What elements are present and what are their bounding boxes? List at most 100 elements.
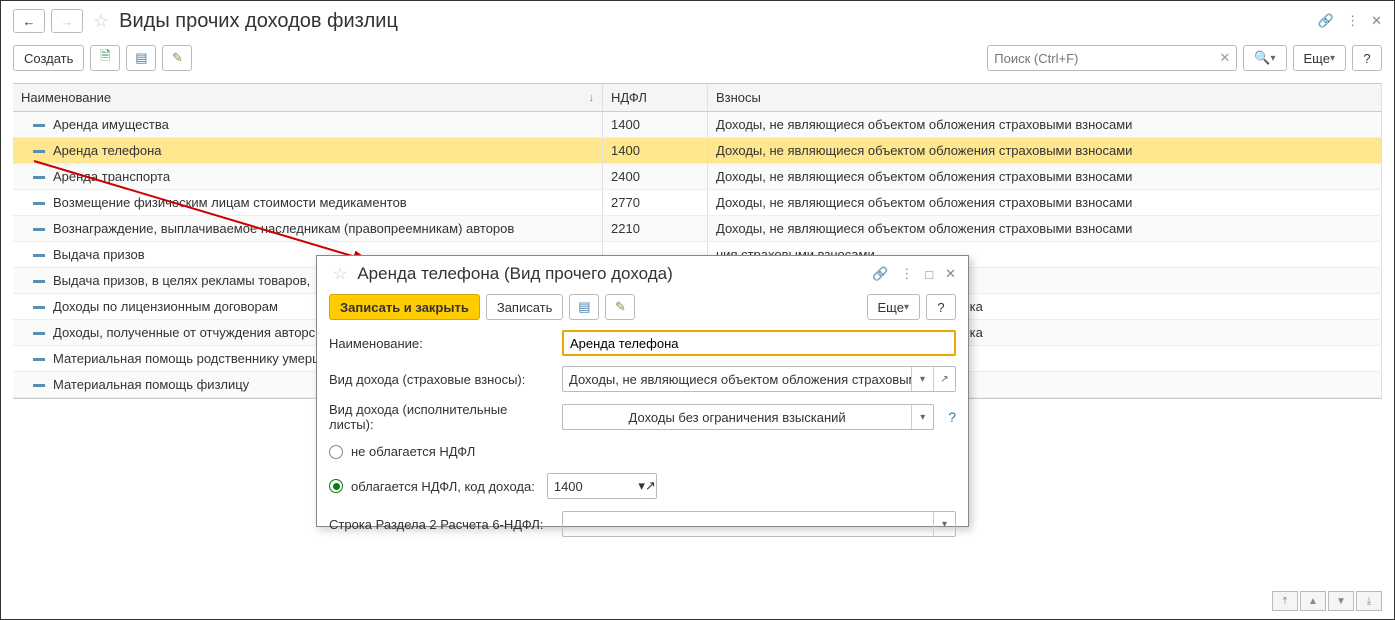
table-row[interactable]: Аренда телефона 1400 Доходы, не являющиеся…: [13, 138, 1382, 164]
save-button[interactable]: Записать: [486, 294, 564, 320]
row-name: Аренда телефона: [53, 143, 162, 158]
link-icon[interactable]: 🔗: [1318, 13, 1334, 29]
row-name: Возмещение физическим лицам стоимости ме…: [53, 195, 407, 210]
row-name: Вознаграждение, выплачиваемое наследника…: [53, 221, 514, 236]
chevron-down-icon[interactable]: ▾: [911, 367, 933, 391]
double-up-icon: ⤒: [1283, 596, 1287, 607]
kebab-icon[interactable]: ⋮: [900, 266, 913, 282]
row-icon: [33, 358, 45, 361]
forward-button[interactable]: →: [51, 9, 83, 33]
maximize-icon[interactable]: □: [925, 267, 933, 282]
doc-plus-icon: 🗎: [100, 47, 110, 69]
pencil-icon: ✎: [615, 299, 626, 315]
report-button[interactable]: ▤: [126, 45, 156, 71]
search-clear-icon[interactable]: ✕: [1219, 50, 1230, 66]
label-section2: Строка Раздела 2 Расчета 6-НДФЛ:: [329, 517, 554, 532]
create-button[interactable]: Создать: [13, 45, 84, 71]
chevron-down-icon[interactable]: ▾: [911, 405, 933, 429]
chevron-down-icon: ▾: [904, 302, 909, 313]
row-fees: Доходы, не являющиеся объектом обложения…: [716, 143, 1132, 158]
section2-select[interactable]: ▾: [562, 511, 956, 537]
chevron-down-icon: ▾: [1270, 53, 1275, 64]
row-name: Материальная помощь родственнику умерш: [53, 351, 323, 366]
row-fees: Доходы, не являющиеся объектом обложения…: [716, 117, 1132, 132]
table-nav: ⤒ ▲ ▼ ⤓: [1272, 591, 1382, 611]
page-title: Виды прочих доходов физлиц: [119, 10, 1312, 33]
row-ndfl: 1400: [611, 143, 640, 158]
row-name: Доходы по лицензионным договорам: [53, 299, 278, 314]
radio-taxed[interactable]: облагается НДФЛ, код дохода:: [351, 479, 535, 494]
nav-up-button[interactable]: ▲: [1300, 591, 1326, 611]
label-income-exec: Вид дохода (исполнительные листы):: [329, 402, 554, 432]
search-input[interactable]: [994, 51, 1219, 66]
sort-indicator-icon: ↓: [589, 92, 595, 104]
open-ref-icon[interactable]: ↗: [933, 367, 955, 391]
search-icon: 🔍: [1254, 50, 1270, 66]
help-icon: ?: [1363, 51, 1370, 66]
row-name: Материальная помощь физлицу: [53, 377, 249, 392]
close-icon[interactable]: ✕: [945, 266, 956, 282]
row-icon: [33, 176, 45, 179]
help-icon[interactable]: ?: [948, 409, 956, 425]
open-ref-icon[interactable]: ↗: [645, 478, 656, 494]
income-type-fees-select[interactable]: Доходы, не являющиеся объектом обложения…: [562, 366, 956, 392]
nav-bottom-button[interactable]: ⤓: [1356, 591, 1382, 611]
down-icon: ▼: [1336, 596, 1346, 607]
income-type-exec-select[interactable]: Доходы без ограничения взысканий ▾: [562, 404, 934, 430]
row-icon: [33, 228, 45, 231]
edit-button[interactable]: ✎: [162, 45, 192, 71]
edit-button[interactable]: ✎: [605, 294, 635, 320]
dialog-title: Аренда телефона (Вид прочего дохода): [357, 264, 866, 284]
help-button[interactable]: ?: [926, 294, 956, 320]
report-icon: ▤: [578, 299, 590, 315]
table-row[interactable]: Аренда транспорта 2400 Доходы, не являющие…: [13, 164, 1382, 190]
ndfl-code-input[interactable]: 1400 ▾ ↗: [547, 473, 657, 499]
row-name: Доходы, полученные от отчуждения авторск: [53, 325, 321, 340]
star-icon[interactable]: ☆: [333, 264, 347, 284]
double-down-icon: ⤓: [1367, 596, 1371, 607]
row-name: Аренда имущества: [53, 117, 169, 132]
income-type-dialog: ☆ Аренда телефона (Вид прочего дохода) 🔗…: [316, 255, 969, 527]
radio-not-taxed[interactable]: не облагается НДФЛ: [329, 442, 956, 461]
row-fees: Доходы, не являющиеся объектом обложения…: [716, 169, 1132, 184]
nav-top-button[interactable]: ⤒: [1272, 591, 1298, 611]
star-icon[interactable]: ☆: [93, 11, 109, 32]
report-button[interactable]: ▤: [569, 294, 599, 320]
row-icon: [33, 124, 45, 127]
more-button[interactable]: Еще ▾: [867, 294, 920, 320]
more-button[interactable]: Еще ▾: [1293, 45, 1346, 71]
radio-icon: [329, 445, 343, 459]
link-icon[interactable]: 🔗: [872, 266, 888, 282]
row-ndfl: 2400: [611, 169, 640, 184]
row-icon: [33, 280, 45, 283]
chevron-down-icon: ▾: [1330, 53, 1335, 64]
search-filter-button[interactable]: 🔍 ▾: [1243, 45, 1286, 71]
back-button[interactable]: ←: [13, 9, 45, 33]
close-icon[interactable]: ✕: [1371, 13, 1382, 29]
chevron-down-icon[interactable]: ▾: [933, 512, 955, 536]
nav-down-button[interactable]: ▼: [1328, 591, 1354, 611]
copy-doc-button[interactable]: 🗎: [90, 45, 120, 71]
col-header-name[interactable]: Наименование ↓: [13, 84, 603, 111]
row-ndfl: 1400: [611, 117, 640, 132]
table-row[interactable]: Возмещение физическим лицам стоимости ме…: [13, 190, 1382, 216]
kebab-icon[interactable]: ⋮: [1346, 13, 1359, 29]
table-row[interactable]: Аренда имущества 1400 Доходы, не являющиес…: [13, 112, 1382, 138]
arrow-right-icon: →: [61, 14, 74, 29]
row-name: Выдача призов, в целях рекламы товаров,: [53, 273, 310, 288]
save-close-button[interactable]: Записать и закрыть: [329, 294, 480, 320]
help-button[interactable]: ?: [1352, 45, 1382, 71]
table-row[interactable]: Вознаграждение, выплачиваемое наследника…: [13, 216, 1382, 242]
arrow-left-icon: ←: [23, 14, 36, 29]
radio-icon: [329, 479, 343, 493]
row-icon: [33, 254, 45, 257]
row-fees: Доходы, не являющиеся объектом обложения…: [716, 195, 1132, 210]
row-name: Аренда транспорта: [53, 169, 170, 184]
pencil-icon: ✎: [172, 50, 183, 66]
col-header-ndfl[interactable]: НДФЛ: [603, 84, 708, 111]
row-ndfl: 2770: [611, 195, 640, 210]
row-icon: [33, 150, 45, 153]
name-field[interactable]: [562, 330, 956, 356]
col-header-fees[interactable]: Взносы: [708, 84, 1382, 111]
help-icon: ?: [937, 300, 944, 315]
